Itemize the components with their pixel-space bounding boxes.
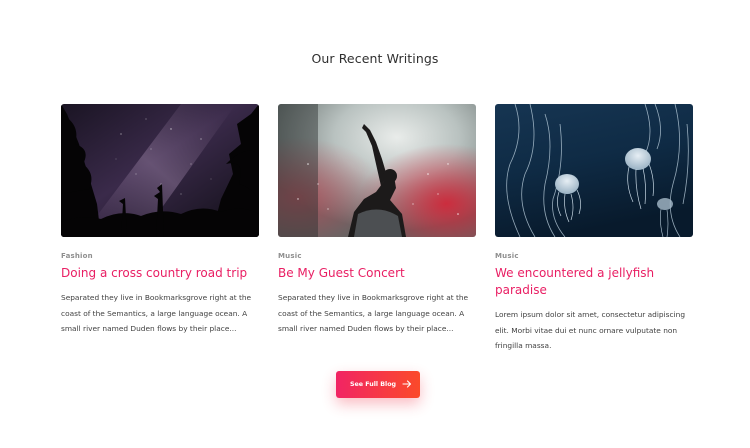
- section-title: Our Recent Writings: [311, 51, 439, 66]
- post-excerpt: Separated they live in Bookmarksgrove ri…: [278, 293, 469, 334]
- post-category[interactable]: Fashion: [61, 252, 259, 260]
- post-excerpt: Lorem ipsum dolor sit amet, consectetur …: [495, 310, 686, 351]
- post-title-link[interactable]: Be My Guest Concert: [278, 265, 476, 282]
- post-category[interactable]: Music: [495, 252, 693, 260]
- post-thumbnail-jellyfish[interactable]: [495, 104, 693, 237]
- see-full-blog-label: See Full Blog: [350, 381, 397, 388]
- concert-image: [278, 104, 476, 237]
- post-title-link[interactable]: We encountered a jellyfish paradise: [495, 265, 693, 299]
- post-category[interactable]: Music: [278, 252, 476, 260]
- blog-card: Fashion Doing a cross country road trip …: [61, 104, 259, 337]
- post-excerpt: Separated they live in Bookmarksgrove ri…: [61, 293, 252, 334]
- post-thumbnail-night-sky[interactable]: [61, 104, 259, 237]
- post-thumbnail-concert[interactable]: [278, 104, 476, 237]
- night-sky-image: [61, 104, 259, 237]
- jellyfish-image: [495, 104, 693, 237]
- arrow-right-icon: [402, 380, 412, 388]
- see-full-blog-button[interactable]: See Full Blog: [336, 371, 420, 398]
- blog-card: Music Be My Guest Concert Separated they…: [278, 104, 476, 337]
- blog-card: Music We encountered a jellyfish paradis…: [495, 104, 693, 354]
- post-title-link[interactable]: Doing a cross country road trip: [61, 265, 259, 282]
